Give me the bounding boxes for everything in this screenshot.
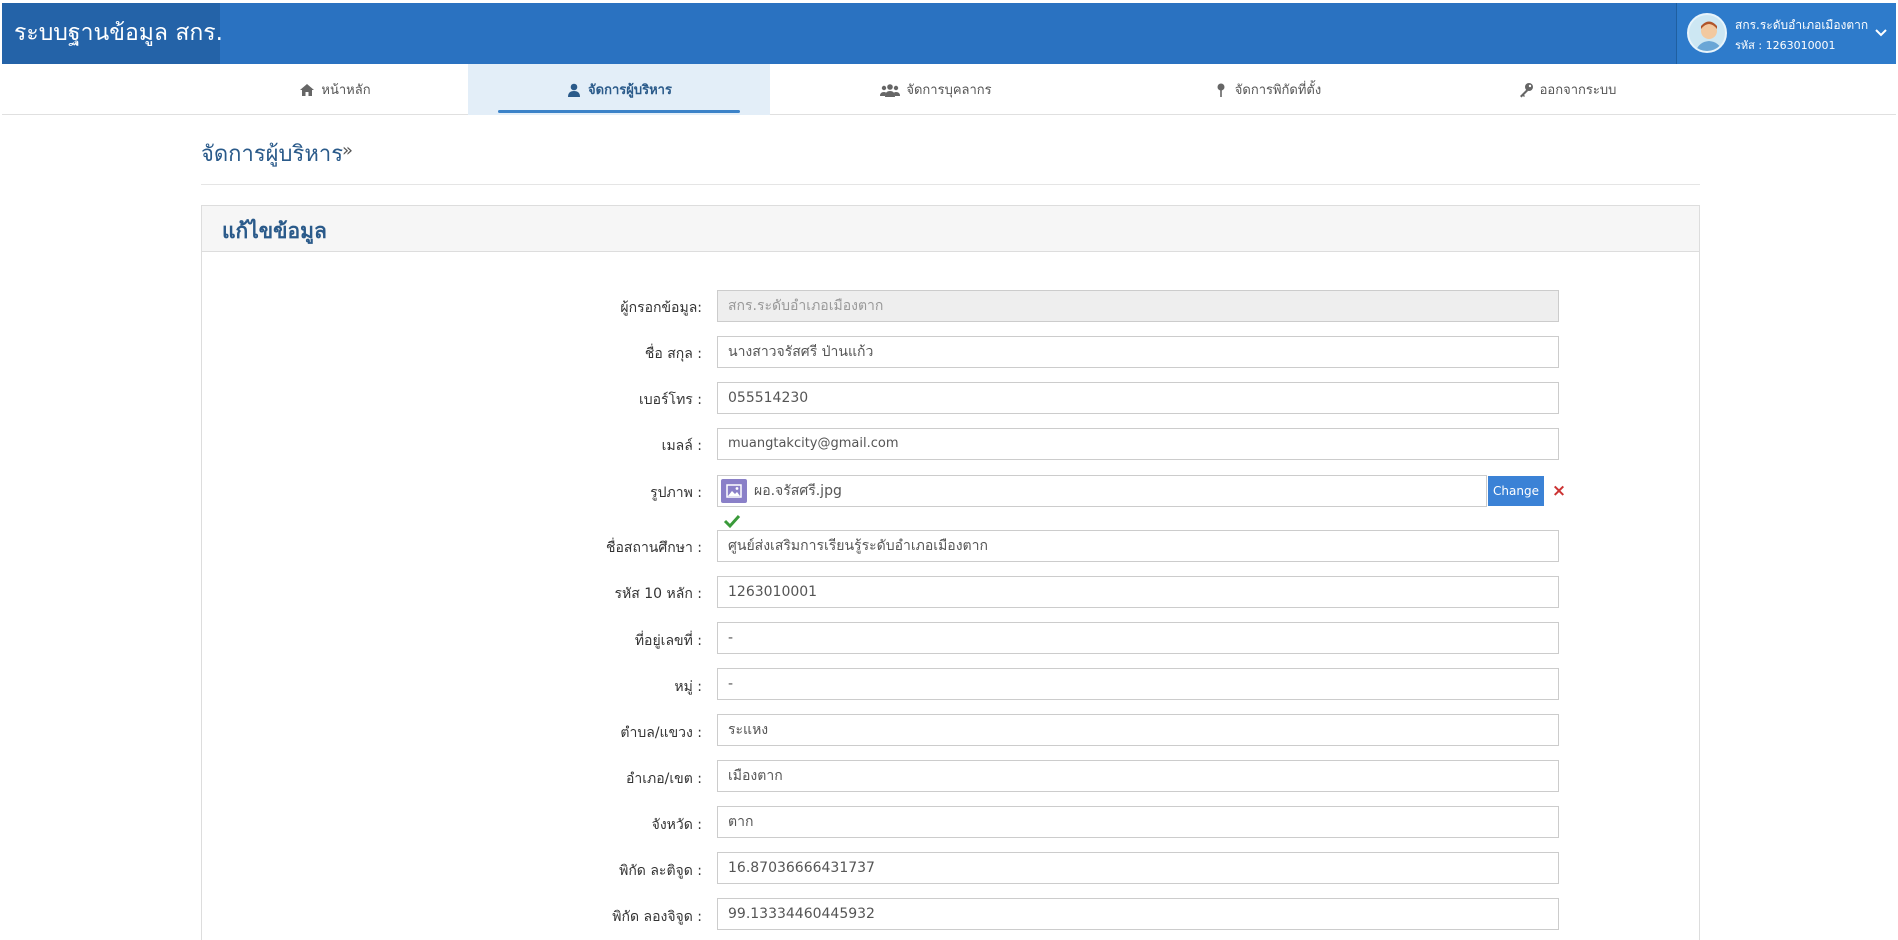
code10-input[interactable]: 1263010001 xyxy=(717,576,1559,608)
code10-label: รหัส 10 หลัก : xyxy=(614,586,702,602)
fullname-label: ชื่อ สกุล : xyxy=(644,346,702,362)
change-photo-button[interactable]: Change xyxy=(1488,476,1544,506)
divider xyxy=(201,184,1700,185)
nav-item-executives[interactable]: จัดการผู้บริหาร xyxy=(468,64,770,115)
home-icon xyxy=(300,83,315,96)
user-icon xyxy=(568,83,581,97)
nav-label: จัดการพิกัดที่ตั้ง xyxy=(1234,83,1322,98)
nav-item-location[interactable]: จัดการพิกัดที่ตั้ง xyxy=(1102,64,1432,115)
email-label: เมลล์ : xyxy=(661,438,702,454)
panel-header: แก้ไขข้อมูล xyxy=(202,206,1699,252)
nav-label: จัดการบุคลากร xyxy=(906,83,992,98)
chevron-down-icon[interactable] xyxy=(1874,25,1888,39)
remove-photo-icon[interactable]: × xyxy=(1551,481,1567,501)
province-label: จังหวัด : xyxy=(651,817,702,833)
lng-input[interactable]: 99.13334460445932 xyxy=(717,898,1559,930)
province-input[interactable]: ตาก xyxy=(717,806,1559,838)
top-bar: ระบบฐานข้อมูล สกร. สกร.ระดับอำเภอเมืองตา… xyxy=(2,3,1896,64)
photo-filename: ผอ.จรัสศรี.jpg xyxy=(754,483,842,499)
nav-item-home[interactable]: หน้าหลัก xyxy=(200,64,470,115)
filler-label: ผู้กรอกข้อมูล: xyxy=(620,300,702,316)
users-icon xyxy=(880,83,901,97)
photo-label: รูปภาพ : xyxy=(650,485,702,501)
lat-input[interactable]: 16.87036666431737 xyxy=(717,852,1559,884)
school-label: ชื่อสถานศึกษา : xyxy=(606,540,702,556)
key-icon xyxy=(1519,82,1533,97)
nav-label: จัดการผู้บริหาร xyxy=(588,83,672,98)
fullname-input[interactable]: นางสาวจรัสศรี ป่านแก้ว xyxy=(717,336,1559,368)
nav-label: ออกจากระบบ xyxy=(1539,83,1617,98)
check-icon xyxy=(723,514,741,529)
nav-item-logout[interactable]: ออกจากระบบ xyxy=(1432,64,1702,115)
breadcrumb-separator: » xyxy=(342,140,354,161)
nav-item-personnel[interactable]: จัดการบุคลากร xyxy=(770,64,1102,115)
phone-input[interactable]: 055514230 xyxy=(717,382,1559,414)
moo-input[interactable]: - xyxy=(717,668,1559,700)
user-code: รหัส : 1263010001 xyxy=(1735,39,1836,52)
user-name: สกร.ระดับอำเภอเมืองตาก xyxy=(1735,18,1869,32)
lng-label: พิกัด ลองจิจูด : xyxy=(612,909,702,925)
main-nav: หน้าหลัก จัดการผู้บริหาร จัดการบุคลากร จ… xyxy=(2,64,1896,115)
lat-label: พิกัด ละติจูด : xyxy=(619,863,702,879)
pin-icon xyxy=(1217,83,1225,97)
amphoe-input[interactable]: เมืองตาก xyxy=(717,760,1559,792)
house-no-input[interactable]: - xyxy=(717,622,1559,654)
photo-file-field[interactable]: ผอ.จรัสศรี.jpg xyxy=(717,475,1487,507)
school-input[interactable]: ศูนย์ส่งเสริมการเรียนรู้ระดับอำเภอเมืองต… xyxy=(717,530,1559,562)
amphoe-label: อำเภอ/เขต : xyxy=(625,771,702,787)
image-icon xyxy=(721,479,747,503)
tambon-label: ตำบล/แขวง : xyxy=(620,725,702,741)
moo-label: หมู่ : xyxy=(674,679,702,695)
breadcrumb[interactable]: จัดการผู้บริหาร xyxy=(201,136,343,171)
email-input[interactable]: muangtakcity@gmail.com xyxy=(717,428,1559,460)
avatar xyxy=(1687,13,1727,53)
phone-label: เบอร์โทร : xyxy=(638,392,702,408)
house-no-label: ที่อยู่เลขที่ : xyxy=(634,633,702,649)
filler-field: สกร.ระดับอำเภอเมืองตาก xyxy=(717,290,1559,322)
panel-title: แก้ไขข้อมูล xyxy=(222,219,327,243)
tambon-input[interactable]: ระแหง xyxy=(717,714,1559,746)
user-menu[interactable]: สกร.ระดับอำเภอเมืองตาก รหัส : 1263010001 xyxy=(1676,3,1896,64)
nav-label: หน้าหลัก xyxy=(321,83,371,98)
brand-title[interactable]: ระบบฐานข้อมูล สกร. xyxy=(2,3,223,64)
